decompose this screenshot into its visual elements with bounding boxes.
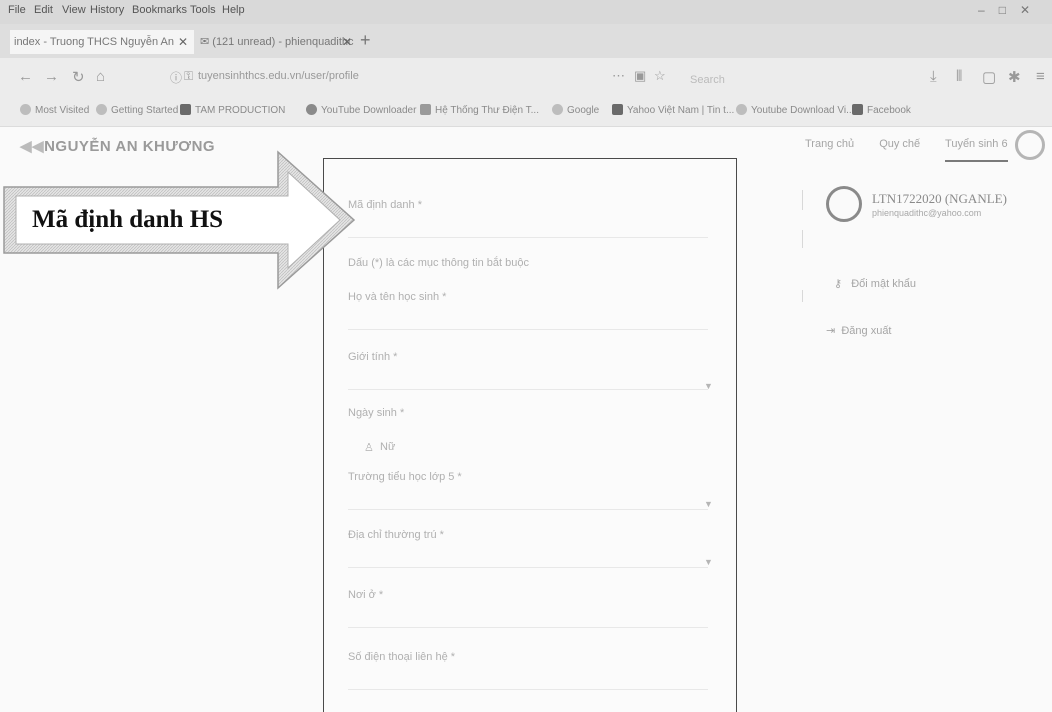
new-tab-icon[interactable]: + — [360, 30, 371, 51]
navigation-bar: ← → ↻ ⌂ ⓘ ⚿ tuyensinhthcs.edu.vn/user/pr… — [0, 58, 1052, 96]
menu-history[interactable]: History — [90, 4, 124, 16]
nav-quy-che[interactable]: Quy chế — [879, 138, 920, 150]
lock-icon: ⚿ — [184, 69, 194, 83]
divider — [802, 230, 803, 248]
info-icon[interactable]: ⓘ — [170, 69, 182, 86]
chevron-down-icon[interactable]: ▼ — [704, 557, 713, 567]
bookmark-he-thong-thu-dien-tu[interactable]: Hệ Thống Thư Điện T... — [420, 104, 539, 116]
back-icon[interactable]: ← — [18, 68, 33, 85]
callout-text: Mã định danh HS — [32, 206, 224, 233]
field-label-gioi-tinh: Giới tính * — [348, 351, 398, 363]
bookmark-getting-started[interactable]: Getting Started — [96, 104, 178, 116]
youtube-icon — [306, 104, 317, 115]
field-select-dia-chi[interactable] — [348, 567, 708, 568]
chevron-down-icon[interactable]: ▼ — [704, 381, 713, 391]
menu-bookmarks[interactable]: Bookmarks — [132, 4, 187, 16]
nav-trang-chu[interactable]: Trang chủ — [805, 138, 854, 150]
bookmark-yahoo[interactable]: Yahoo Việt Nam | Tin t... — [612, 104, 734, 116]
star-icon[interactable]: ☆ — [654, 68, 666, 84]
menu-view[interactable]: View — [62, 4, 86, 16]
google-icon — [552, 104, 563, 115]
bookmark-most-visited[interactable]: Most Visited — [20, 104, 89, 116]
tab-mail[interactable]: ✉ (121 unread) - phienquadithc ✕ — [196, 30, 358, 54]
menu-tools[interactable]: Tools — [190, 4, 216, 16]
globe-icon — [736, 104, 747, 115]
account-username: LTN1722020 (NGANLE) — [872, 191, 1007, 206]
chevron-down-icon[interactable]: ▼ — [704, 499, 713, 509]
menu-help[interactable]: Help — [222, 4, 245, 16]
site-nav: Trang chủ Quy chế Tuyển sinh 6 — [805, 138, 1030, 162]
reload-icon[interactable]: ↻ — [72, 68, 85, 86]
mail-icon — [420, 104, 431, 115]
bookmark-tam-production[interactable]: TAM PRODUCTION — [180, 104, 285, 116]
key-icon: ⚷ — [834, 278, 843, 290]
logout-link[interactable]: ⇥ Đăng xuất — [826, 324, 892, 337]
registration-form-panel: Mã định danh * Dấu (*) là các mục thông … — [323, 158, 737, 712]
bookmark-youtube-download[interactable]: Youtube Download Vi... — [736, 104, 854, 116]
bookmark-youtube-downloader[interactable]: YouTube Downloader — [306, 104, 416, 116]
required-note: Dấu (*) là các mục thông tin bắt buộc — [348, 257, 529, 269]
tab-title: index - Truong THCS Nguyễn An — [14, 36, 174, 48]
field-input-so-dien-thoai[interactable] — [348, 689, 708, 690]
more-icon[interactable]: ⋯ — [612, 68, 625, 84]
avatar — [826, 186, 862, 222]
close-icon[interactable]: ✕ — [178, 30, 188, 54]
yahoo-icon — [612, 104, 623, 115]
change-password-link[interactable]: ⚷ Đổi mật khẩu — [834, 277, 916, 290]
field-label-so-dien-thoai: Số điện thoại liên hệ * — [348, 651, 456, 663]
field-label-ho-ten: Họ và tên học sinh * — [348, 291, 447, 303]
field-input-ma-dinh-danh[interactable] — [348, 237, 708, 238]
bookmark-facebook[interactable]: Facebook — [852, 104, 911, 116]
home-icon[interactable]: ⌂ — [96, 68, 105, 85]
library-icon[interactable]: ⫴ — [956, 68, 962, 85]
search-input[interactable]: Search — [690, 74, 725, 86]
divider — [802, 290, 803, 302]
hamburger-menu-icon[interactable]: ≡ — [1036, 68, 1045, 85]
logout-icon: ⇥ — [826, 325, 836, 337]
field-label-ngay-sinh: Ngày sinh * — [348, 407, 405, 419]
firefox-icon — [96, 104, 107, 115]
bookmark-icon — [180, 104, 191, 115]
forward-icon[interactable]: → — [44, 68, 59, 85]
bookmarks-bar: Most Visited Getting Started TAM PRODUCT… — [0, 96, 1052, 127]
menu-file[interactable]: File — [8, 4, 26, 16]
tab-truong-thcs[interactable]: index - Truong THCS Nguyễn An ✕ — [10, 30, 194, 54]
tab-title: (121 unread) - phienquadithc — [212, 36, 354, 48]
field-label-truong-tieu-hoc: Trường tiểu học lớp 5 * — [348, 471, 462, 483]
menu-bar: File Edit View History Bookmarks Tools H… — [0, 0, 1052, 24]
gender-option-nu[interactable]: Nữ — [380, 441, 395, 453]
field-select-truong-tieu-hoc[interactable] — [348, 509, 708, 510]
mail-icon: ✉ — [200, 36, 213, 48]
sidebar-icon[interactable]: ▢ — [982, 68, 996, 86]
account-email: phienquadithc@yahoo.com — [872, 208, 982, 218]
menu-edit[interactable]: Edit — [34, 4, 53, 16]
person-icon: ♙ — [364, 442, 374, 454]
bookmark-google[interactable]: Google — [552, 104, 599, 116]
url-text: tuyensinhthcs.edu.vn/user/profile — [198, 70, 359, 82]
download-icon[interactable]: ⤓ — [930, 68, 937, 85]
divider — [802, 190, 803, 210]
url-bar[interactable]: ⓘ ⚿ tuyensinhthcs.edu.vn/user/profile ⋯ … — [160, 65, 680, 89]
close-icon[interactable]: ✕ — [342, 30, 352, 54]
field-label-dia-chi: Địa chỉ thường trú * — [348, 529, 444, 541]
field-select-gioi-tinh[interactable] — [348, 389, 708, 390]
window-controls[interactable]: –□✕ — [978, 3, 1044, 17]
facebook-icon — [852, 104, 863, 115]
field-input-ho-ten[interactable] — [348, 329, 708, 330]
avatar[interactable] — [1015, 130, 1045, 160]
gear-icon — [20, 104, 31, 115]
reader-icon[interactable]: ▣ — [634, 68, 646, 84]
tab-bar: index - Truong THCS Nguyễn An ✕ ✉ (121 u… — [0, 24, 1052, 59]
field-input-noi-o[interactable] — [348, 627, 708, 628]
field-label-noi-o: Nơi ở * — [348, 589, 384, 601]
nav-tuyen-sinh-6[interactable]: Tuyển sinh 6 — [945, 138, 1008, 162]
extension-icon[interactable]: ✱ — [1008, 68, 1021, 86]
